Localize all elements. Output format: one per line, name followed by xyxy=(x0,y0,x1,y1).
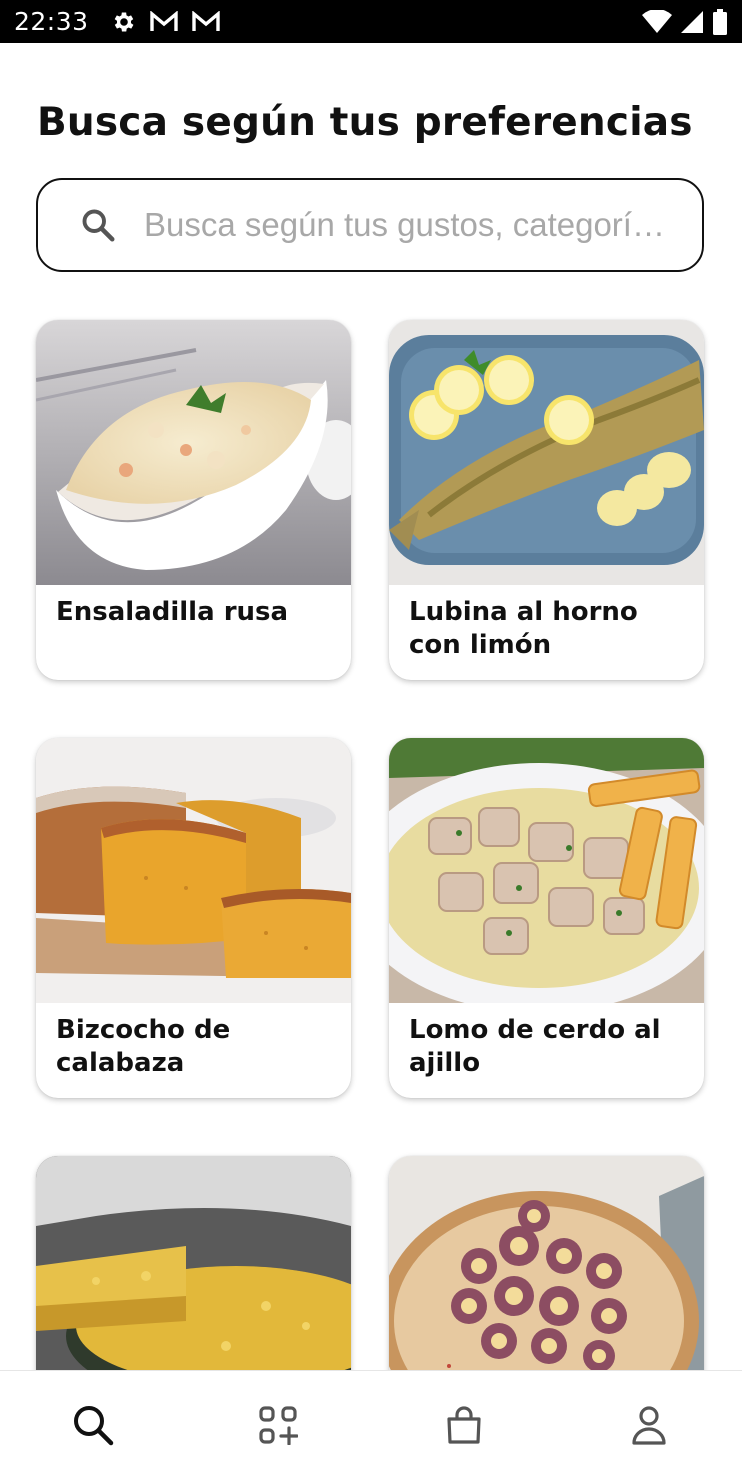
status-bar: 22:33 xyxy=(0,0,742,43)
search-icon xyxy=(82,209,115,242)
nav-profile[interactable] xyxy=(609,1385,689,1465)
status-system-icons xyxy=(642,8,728,35)
gmail-icon xyxy=(191,10,221,33)
baked-sea-bass-photo xyxy=(389,320,704,585)
nav-shopping[interactable] xyxy=(424,1385,504,1465)
signal-icon xyxy=(680,10,704,34)
recipe-title: Bizcocho de calabaza xyxy=(56,1015,231,1078)
page-title: Busca según tus preferencias xyxy=(37,100,693,145)
pumpkin-cake-photo xyxy=(36,738,351,1003)
recipe-title: Ensaladilla rusa xyxy=(56,597,289,627)
recipe-card[interactable]: Lomo de cerdo al ajillo xyxy=(389,738,704,1098)
recipe-title: Lomo de cerdo al ajillo xyxy=(409,1015,661,1078)
categories-icon xyxy=(259,1405,299,1445)
nav-categories[interactable] xyxy=(238,1385,318,1465)
recipe-card[interactable]: Bizcocho de calabaza xyxy=(36,738,351,1098)
shopping-bag-icon xyxy=(447,1405,481,1444)
recipe-title: Lubina al horno con limón xyxy=(409,597,638,660)
search-bar[interactable] xyxy=(36,178,704,272)
status-time: 22:33 xyxy=(14,7,89,36)
gear-icon xyxy=(111,9,137,35)
status-notification-icons xyxy=(111,9,221,35)
gmail-icon xyxy=(149,10,179,33)
wifi-icon xyxy=(642,9,672,34)
profile-icon xyxy=(632,1405,666,1445)
search-icon xyxy=(73,1405,113,1445)
recipe-card[interactable]: Lubina al horno con limón xyxy=(389,320,704,680)
search-input[interactable] xyxy=(144,206,676,244)
recipe-card[interactable]: Ensaladilla rusa xyxy=(36,320,351,680)
nav-search[interactable] xyxy=(53,1385,133,1465)
potato-salad-photo xyxy=(36,320,351,585)
battery-icon xyxy=(712,8,728,35)
garlic-pork-photo xyxy=(389,738,704,1003)
bottom-navigation xyxy=(0,1370,742,1478)
